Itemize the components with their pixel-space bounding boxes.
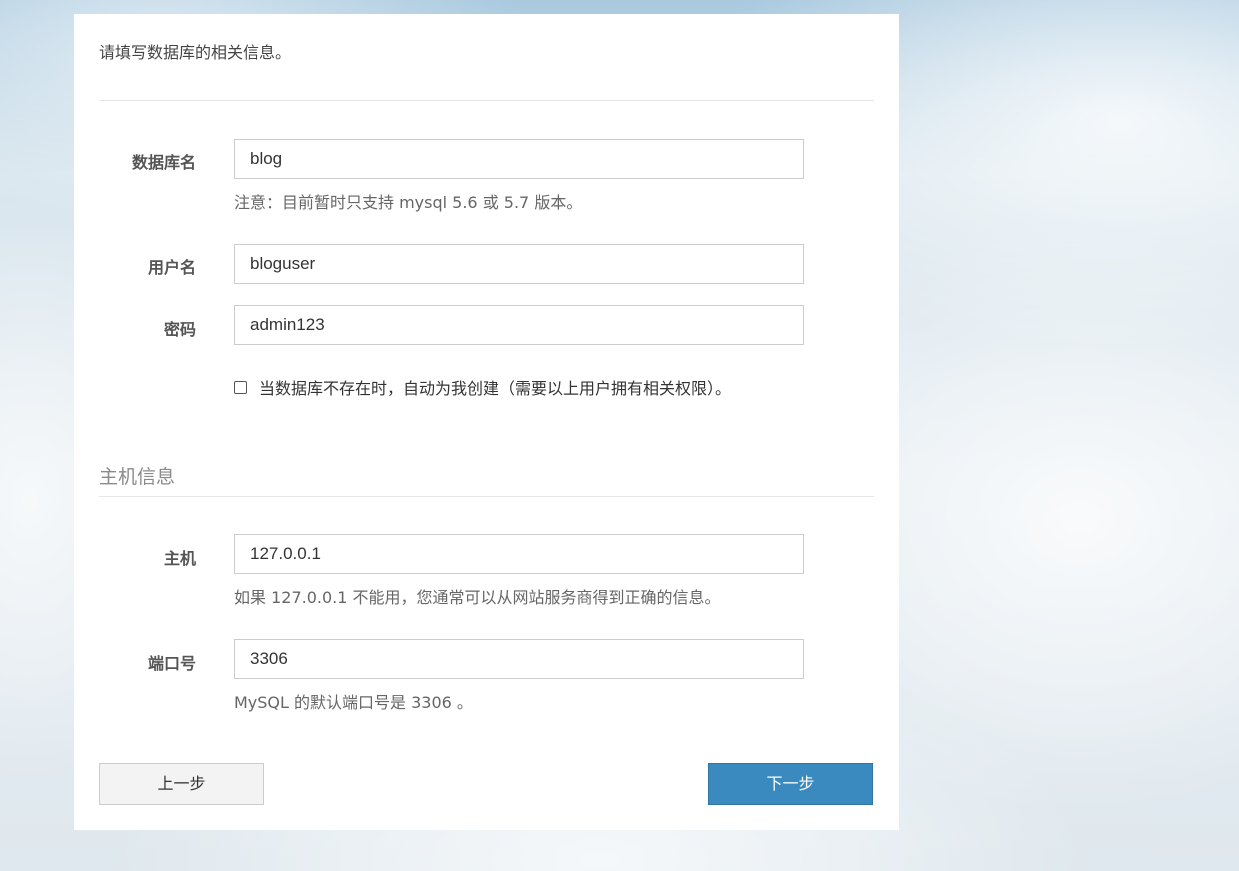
auto-create-checkbox[interactable] — [234, 380, 247, 394]
username-input[interactable] — [234, 244, 804, 284]
top-divider — [99, 100, 874, 101]
auto-create-label: 当数据库不存在时，自动为我创建（需要以上用户拥有相关权限）。 — [259, 379, 732, 398]
prev-step-button[interactable]: 上一步 — [99, 763, 264, 805]
password-input[interactable] — [234, 305, 804, 345]
host-section-title: 主机信息 — [99, 466, 176, 488]
username-label: 用户名 — [147, 258, 196, 277]
password-label: 密码 — [163, 320, 196, 339]
port-input[interactable] — [234, 639, 804, 679]
host-input[interactable] — [234, 534, 804, 574]
auto-create-option[interactable]: 当数据库不存在时，自动为我创建（需要以上用户拥有相关权限）。 — [234, 375, 731, 399]
host-label: 主机 — [163, 549, 196, 568]
next-step-button[interactable]: 下一步 — [708, 763, 873, 805]
db-name-label: 数据库名 — [131, 153, 196, 172]
host-section-divider — [99, 496, 874, 497]
host-hint: 如果 127.0.0.1 不能用，您通常可以从网站服务商得到正确的信息。 — [234, 588, 721, 607]
db-name-input[interactable] — [234, 139, 804, 179]
intro-text: 请填写数据库的相关信息。 — [99, 43, 292, 62]
port-hint: MySQL 的默认端口号是 3306 。 — [234, 693, 473, 712]
db-config-panel: 请填写数据库的相关信息。 数据库名 注意：目前暂时只支持 mysql 5.6 或… — [74, 14, 899, 830]
port-label: 端口号 — [147, 654, 196, 673]
db-name-hint: 注意：目前暂时只支持 mysql 5.6 或 5.7 版本。 — [234, 193, 583, 212]
